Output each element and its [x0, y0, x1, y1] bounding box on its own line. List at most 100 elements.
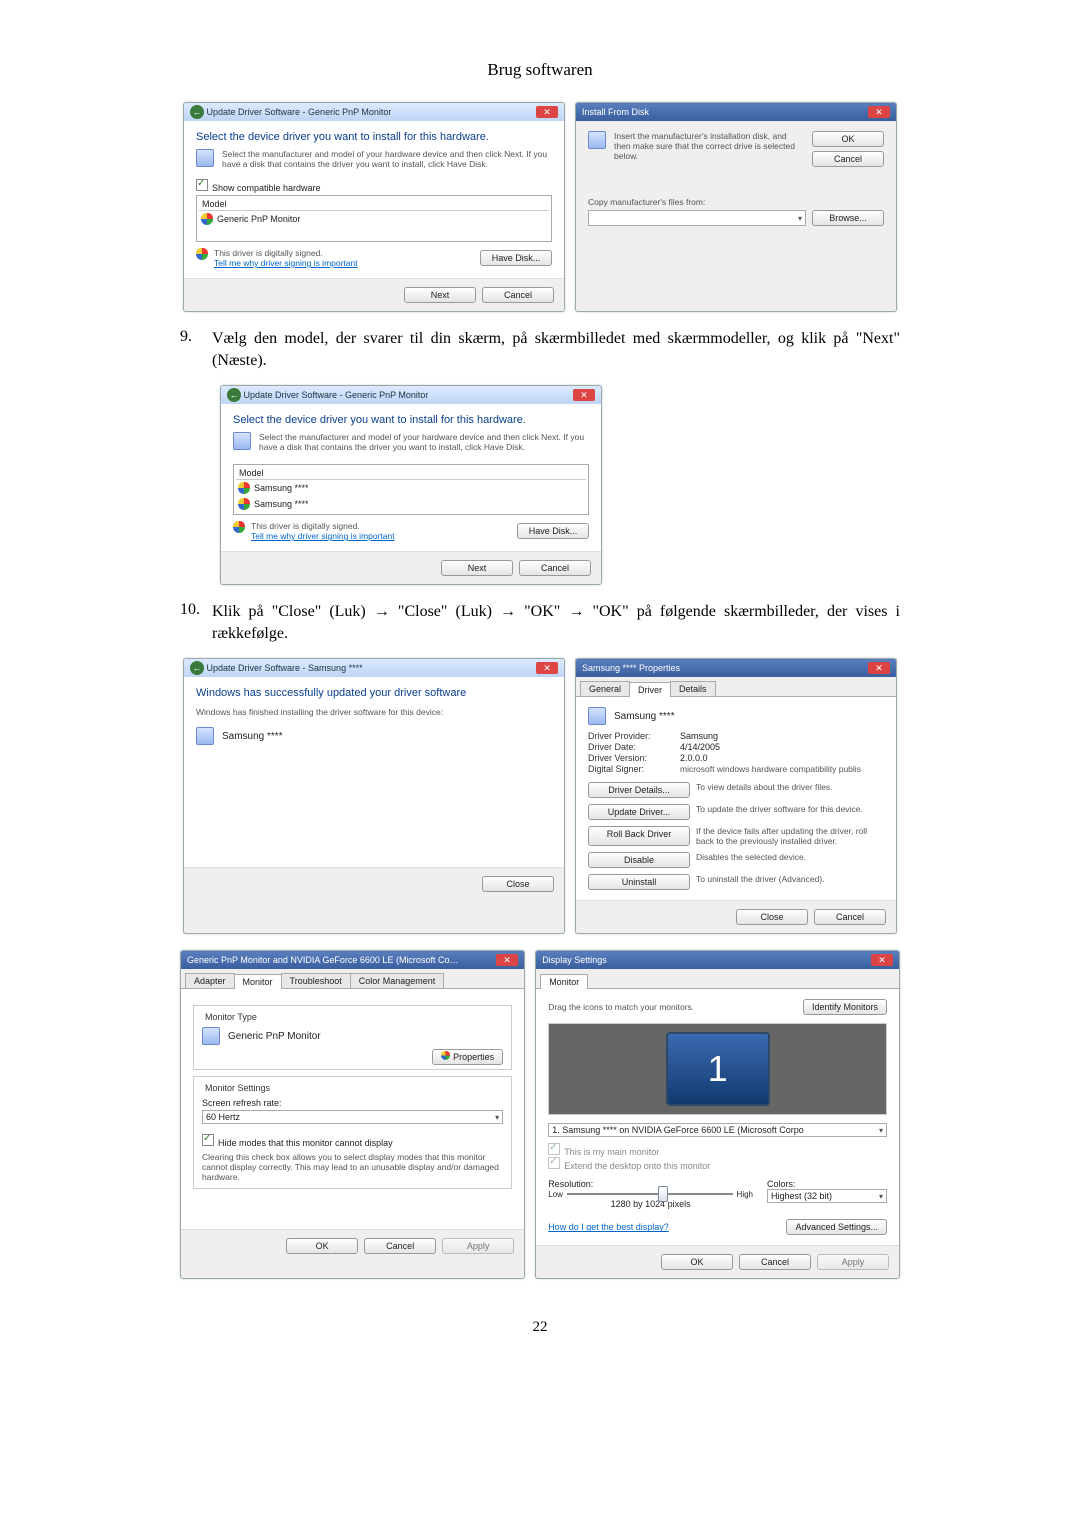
finish-device: Samsung **** [222, 731, 283, 742]
finish-heading: Windows has successfully updated your dr… [196, 687, 552, 699]
update-finished-window: ← Update Driver Software - Samsung **** … [183, 658, 565, 934]
signing-link[interactable]: Tell me why driver signing is important [251, 531, 395, 541]
page-title: Brug softwaren [180, 60, 900, 80]
refresh-rate-select[interactable]: 60 Hertz [202, 1110, 503, 1124]
close-icon[interactable]: ✕ [573, 389, 595, 401]
update-driver-desc: To update the driver software for this d… [696, 804, 884, 820]
monitor-icon [588, 707, 606, 725]
provider-label: Driver Provider: [588, 731, 680, 741]
disable-button[interactable]: Disable [588, 852, 690, 868]
monitor-select[interactable]: 1. Samsung **** on NVIDIA GeForce 6600 L… [548, 1123, 887, 1137]
drag-label: Drag the icons to match your monitors. [548, 1002, 694, 1012]
step-text: Klik på "Close" (Luk) → "Close" (Luk) → … [212, 601, 900, 644]
tab-driver[interactable]: Driver [629, 682, 671, 697]
tab-details[interactable]: Details [670, 681, 716, 696]
uninstall-desc: To uninstall the driver (Advanced). [696, 874, 884, 890]
date-label: Driver Date: [588, 742, 680, 752]
finish-desc: Windows has finished installing the driv… [196, 707, 552, 717]
ok-button[interactable]: OK [661, 1254, 733, 1270]
monitor-icon [196, 727, 214, 745]
tab-monitor[interactable]: Monitor [234, 974, 282, 989]
rollback-driver-button[interactable]: Roll Back Driver [588, 826, 690, 846]
uninstall-button[interactable]: Uninstall [588, 874, 690, 890]
apply-button[interactable]: Apply [817, 1254, 889, 1270]
monitor-tab-title: Generic PnP Monitor and NVIDIA GeForce 6… [187, 955, 458, 965]
ifd-message: Insert the manufacturer's installation d… [614, 131, 804, 167]
monitor-preview[interactable]: 1 [666, 1032, 770, 1106]
tab-monitor[interactable]: Monitor [540, 974, 588, 989]
props-title: Samsung **** Properties [582, 663, 680, 673]
signer-value: microsoft windows hardware compatibility… [680, 764, 861, 774]
close-icon[interactable]: ✕ [496, 954, 518, 966]
next-button[interactable]: Next [404, 287, 476, 303]
cancel-button[interactable]: Cancel [519, 560, 591, 576]
wizard1-desc: Select the manufacturer and model of you… [222, 149, 552, 169]
update-driver-wizard-1: ← Update Driver Software - Generic PnP M… [183, 102, 565, 312]
driver-properties-window: Samsung **** Properties ✕ General Driver… [575, 658, 897, 934]
hide-modes-checkbox[interactable]: Hide modes that this monitor cannot disp… [202, 1138, 393, 1148]
properties-button[interactable]: Properties [432, 1049, 503, 1065]
model-item-1[interactable]: Samsung **** [236, 480, 586, 496]
advanced-settings-button[interactable]: Advanced Settings... [786, 1219, 887, 1235]
hide-modes-desc: Clearing this check box allows you to se… [202, 1152, 503, 1182]
wizard1-heading: Select the device driver you want to ins… [196, 131, 552, 143]
close-button[interactable]: Close [482, 876, 554, 892]
hardware-icon [196, 149, 214, 167]
close-button[interactable]: Close [736, 909, 808, 925]
colors-select[interactable]: Highest (32 bit) [767, 1189, 887, 1203]
best-display-link[interactable]: How do I get the best display? [548, 1222, 669, 1232]
display-settings-title: Display Settings [542, 955, 607, 965]
driver-signed-label: This driver is digitally signed. [214, 248, 358, 258]
have-disk-button[interactable]: Have Disk... [480, 250, 552, 266]
signing-link[interactable]: Tell me why driver signing is important [214, 258, 358, 268]
model-item-generic[interactable]: Generic PnP Monitor [199, 211, 549, 227]
update-driver-button[interactable]: Update Driver... [588, 804, 690, 820]
tab-troubleshoot[interactable]: Troubleshoot [281, 973, 351, 988]
main-monitor-checkbox: This is my main monitor [548, 1147, 659, 1157]
tab-color-management[interactable]: Color Management [350, 973, 445, 988]
close-icon[interactable]: ✕ [868, 106, 890, 118]
step-number: 10. [180, 601, 212, 644]
monitor-settings-group: Monitor Settings [202, 1083, 273, 1093]
driver-details-button[interactable]: Driver Details... [588, 782, 690, 798]
close-icon[interactable]: ✕ [536, 662, 558, 674]
resolution-label: Resolution: [548, 1179, 753, 1189]
finish-header: ← Update Driver Software - Samsung **** [190, 661, 363, 675]
identify-monitors-button[interactable]: Identify Monitors [803, 999, 887, 1015]
signer-label: Digital Signer: [588, 764, 680, 774]
shield-icon [201, 213, 213, 225]
close-icon[interactable]: ✕ [871, 954, 893, 966]
cancel-button[interactable]: Cancel [812, 151, 884, 167]
tab-adapter[interactable]: Adapter [185, 973, 235, 988]
copy-from-label: Copy manufacturer's files from: [588, 197, 884, 207]
ok-button[interactable]: OK [286, 1238, 358, 1254]
have-disk-button[interactable]: Have Disk... [517, 523, 589, 539]
monitor-type-group: Monitor Type [202, 1012, 260, 1022]
colors-label: Colors: [767, 1179, 887, 1189]
cancel-button[interactable]: Cancel [739, 1254, 811, 1270]
show-compatible-checkbox[interactable]: Show compatible hardware [196, 183, 321, 193]
rollback-driver-desc: If the device fails after updating the d… [696, 826, 884, 846]
tab-general[interactable]: General [580, 681, 630, 696]
wizard2-heading: Select the device driver you want to ins… [233, 414, 589, 426]
drive-select[interactable] [588, 210, 806, 226]
close-icon[interactable]: ✕ [868, 662, 890, 674]
close-icon[interactable]: ✕ [536, 106, 558, 118]
refresh-rate-label: Screen refresh rate: [202, 1098, 503, 1108]
ok-button[interactable]: OK [812, 131, 884, 147]
hardware-icon [233, 432, 251, 450]
apply-button[interactable]: Apply [442, 1238, 514, 1254]
cancel-button[interactable]: Cancel [364, 1238, 436, 1254]
next-button[interactable]: Next [441, 560, 513, 576]
resolution-slider[interactable] [567, 1193, 733, 1195]
cancel-button[interactable]: Cancel [482, 287, 554, 303]
shield-icon [233, 521, 245, 533]
driver-signed-label: This driver is digitally signed. [251, 521, 395, 531]
model-item-2[interactable]: Samsung **** [236, 496, 586, 512]
cancel-button[interactable]: Cancel [814, 909, 886, 925]
wizard2-desc: Select the manufacturer and model of you… [259, 432, 589, 452]
shield-icon [238, 482, 250, 494]
browse-button[interactable]: Browse... [812, 210, 884, 226]
res-low-label: Low [548, 1190, 563, 1199]
monitor-icon [202, 1027, 220, 1045]
